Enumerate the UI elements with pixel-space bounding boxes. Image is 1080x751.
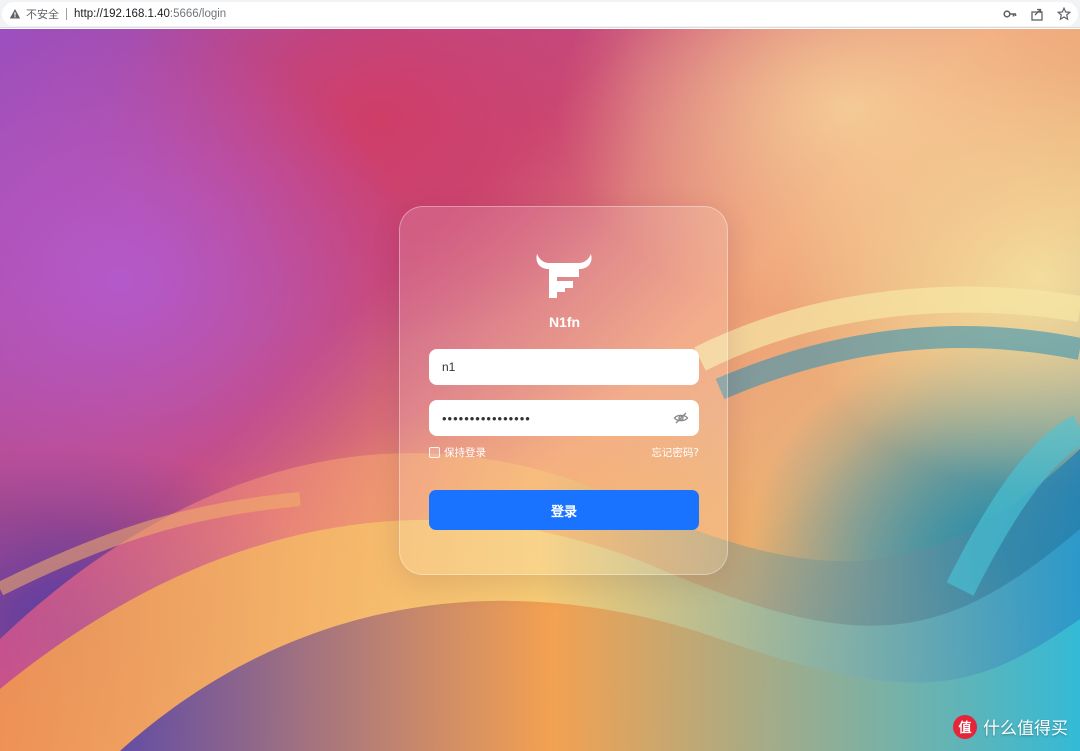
warning-icon[interactable]	[9, 8, 21, 20]
username-field-wrapper	[429, 349, 699, 385]
key-icon[interactable]	[1002, 6, 1018, 22]
brand-name: N1fn	[548, 314, 581, 330]
watermark-text: 什么值得买	[983, 719, 1068, 739]
login-page-background: N1fn 保持登录 忘记密码? 登录 值 什么值得买	[0, 29, 1080, 751]
address-bar-actions	[1002, 6, 1072, 22]
password-field-wrapper	[429, 400, 699, 436]
forgot-password-link[interactable]: 忘记密码?	[651, 445, 699, 460]
share-icon[interactable]	[1029, 6, 1045, 22]
url-host: http://192.168.1.40	[74, 8, 170, 20]
url-text[interactable]: http://192.168.1.40:5666/login	[74, 8, 226, 20]
address-bar[interactable]: 不安全 http://192.168.1.40:5666/login	[2, 2, 1078, 26]
login-card: N1fn 保持登录 忘记密码? 登录	[399, 206, 728, 575]
security-status-label[interactable]: 不安全	[26, 6, 59, 22]
remember-me-label[interactable]: 保持登录	[444, 445, 486, 460]
url-divider	[66, 8, 67, 20]
url-path: :5666/login	[169, 8, 227, 20]
login-options-row: 保持登录 忘记密码?	[429, 445, 699, 459]
browser-toolbar: 不安全 http://192.168.1.40:5666/login	[0, 0, 1080, 28]
watermark: 值 什么值得买	[953, 714, 1068, 739]
username-input[interactable]	[429, 349, 699, 385]
bull-logo-icon	[536, 254, 592, 298]
eye-off-icon[interactable]	[673, 410, 689, 426]
star-icon[interactable]	[1056, 6, 1072, 22]
login-button[interactable]: 登录	[429, 490, 699, 530]
remember-me-checkbox[interactable]	[429, 446, 440, 458]
watermark-badge: 值	[953, 714, 977, 739]
password-input[interactable]	[429, 400, 699, 436]
remember-me[interactable]: 保持登录	[429, 445, 486, 460]
